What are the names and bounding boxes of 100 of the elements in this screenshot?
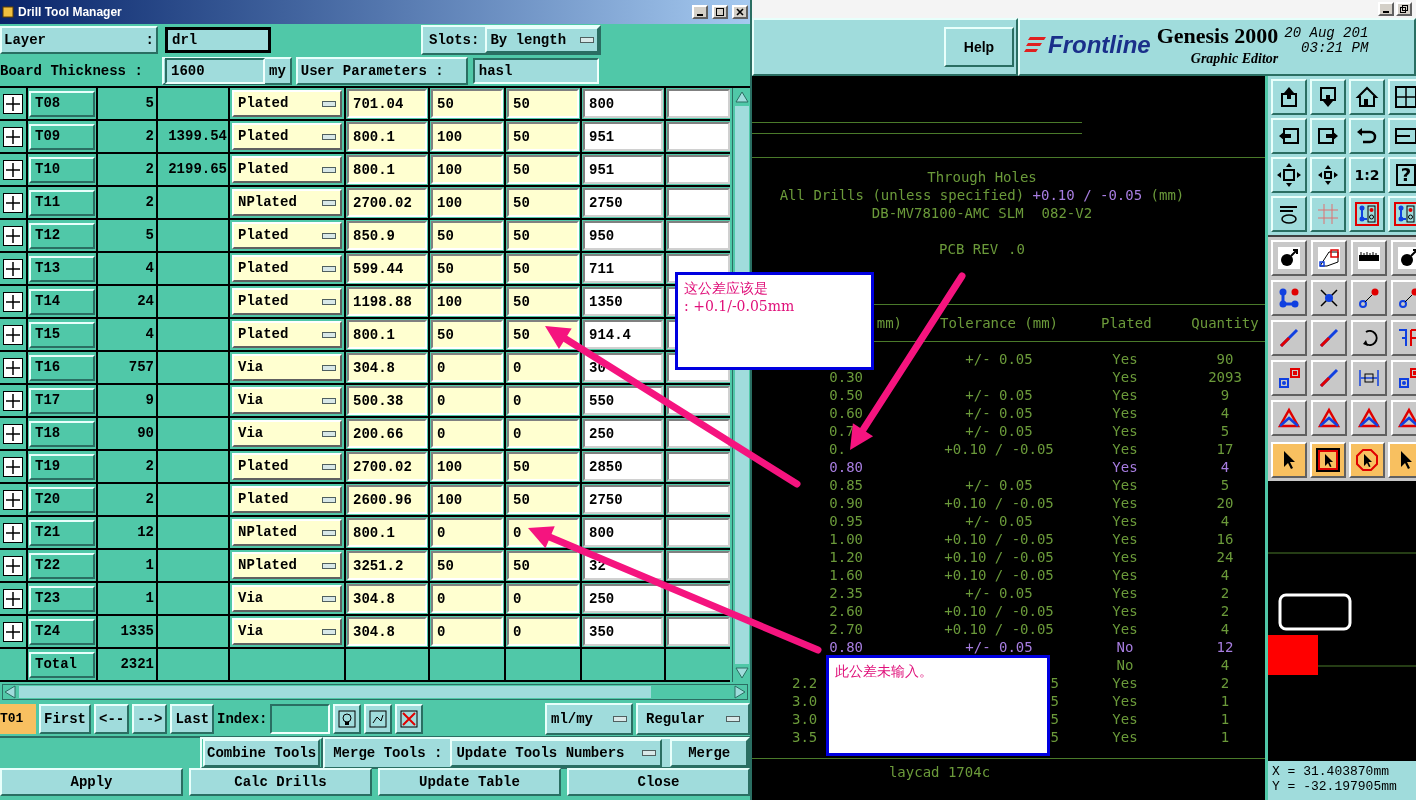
input-field[interactable]: 0: [431, 617, 503, 646]
input-field[interactable]: 50: [507, 287, 579, 316]
input-field[interactable]: 3251.2: [347, 551, 427, 580]
input-field[interactable]: 50: [507, 155, 579, 184]
input-field[interactable]: 100: [431, 452, 503, 481]
merge-option-dropdown[interactable]: Update Tools Numbers: [450, 739, 663, 767]
type-dropdown[interactable]: NPlated: [232, 519, 342, 546]
tool-button[interactable]: T11: [29, 189, 95, 216]
tool-button[interactable]: T08: [29, 90, 95, 117]
type-dropdown[interactable]: Plated: [232, 288, 342, 315]
input-field[interactable]: 50: [431, 221, 503, 250]
tool-button[interactable]: 1:2: [1349, 157, 1385, 193]
input-field[interactable]: 100: [431, 122, 503, 151]
input-field[interactable]: 100: [431, 155, 503, 184]
type-dropdown[interactable]: Via: [232, 618, 342, 645]
input-field[interactable]: 850.9: [347, 221, 427, 250]
input-field[interactable]: 304.8: [347, 353, 427, 382]
type-dropdown[interactable]: NPlated: [232, 552, 342, 579]
input-field[interactable]: 800.1: [347, 518, 427, 547]
input-field[interactable]: 0: [431, 386, 503, 415]
slots-dropdown[interactable]: By length: [485, 27, 600, 53]
total-button[interactable]: Total: [29, 651, 95, 678]
input-field[interactable]: 914.4: [583, 320, 663, 349]
action-button[interactable]: Calc Drills: [189, 768, 372, 796]
input-field[interactable]: 50: [431, 320, 503, 349]
input-field[interactable]: 50: [431, 254, 503, 283]
type-dropdown[interactable]: Via: [232, 420, 342, 447]
input-field[interactable]: 50: [431, 89, 503, 118]
input-field[interactable]: 200.66: [347, 419, 427, 448]
type-dropdown[interactable]: Via: [232, 585, 342, 612]
input-field[interactable]: 0: [431, 518, 503, 547]
input-field[interactable]: 2850: [583, 452, 663, 481]
input-field[interactable]: 950: [583, 221, 663, 250]
tool-button[interactable]: T21: [29, 519, 95, 546]
tool-button[interactable]: T24: [29, 618, 95, 645]
input-field[interactable]: 0: [507, 353, 579, 382]
input-field[interactable]: 951: [583, 155, 663, 184]
input-field[interactable]: 50: [507, 485, 579, 514]
nav-button[interactable]: Last: [170, 704, 215, 734]
type-dropdown[interactable]: Plated: [232, 321, 342, 348]
action-button[interactable]: Close: [567, 768, 750, 796]
type-dropdown[interactable]: Plated: [232, 90, 342, 117]
action-button[interactable]: Update Table: [378, 768, 561, 796]
input-field[interactable]: 50: [507, 551, 579, 580]
input-field[interactable]: 50: [507, 89, 579, 118]
layer-button[interactable]: Layer :: [0, 26, 158, 54]
input-field[interactable]: 0: [507, 386, 579, 415]
tool-button[interactable]: T17: [29, 387, 95, 414]
input-field[interactable]: 701.04: [347, 89, 427, 118]
type-dropdown[interactable]: Via: [232, 387, 342, 414]
tool-button[interactable]: T19: [29, 453, 95, 480]
input-field[interactable]: 2700.02: [347, 452, 427, 481]
input-field[interactable]: 0: [431, 584, 503, 613]
type-dropdown[interactable]: Plated: [232, 486, 342, 513]
input-field[interactable]: 0: [507, 584, 579, 613]
input-field[interactable]: 50: [431, 551, 503, 580]
input-field[interactable]: 2600.96: [347, 485, 427, 514]
input-field[interactable]: 2750: [583, 188, 663, 217]
input-field[interactable]: 800.1: [347, 122, 427, 151]
input-field[interactable]: 800.1: [347, 320, 427, 349]
input-field[interactable]: 1198.88: [347, 287, 427, 316]
input-field[interactable]: 50: [507, 452, 579, 481]
tool-button[interactable]: T16: [29, 354, 95, 381]
tool-button[interactable]: T20: [29, 486, 95, 513]
input-field[interactable]: 1350: [583, 287, 663, 316]
tool-button[interactable]: T09: [29, 123, 95, 150]
input-field[interactable]: 2700.02: [347, 188, 427, 217]
user-parameters-field[interactable]: hasl: [472, 58, 599, 84]
nav-button[interactable]: <--: [94, 704, 130, 734]
tool-button[interactable]: T13: [29, 255, 95, 282]
merge-button[interactable]: Merge: [670, 739, 748, 767]
input-field[interactable]: 550: [583, 386, 663, 415]
type-dropdown[interactable]: Plated: [232, 453, 342, 480]
input-field[interactable]: 100: [431, 188, 503, 217]
help-button[interactable]: Help: [944, 27, 1014, 67]
input-field[interactable]: 250: [583, 419, 663, 448]
tool-button[interactable]: T12: [29, 222, 95, 249]
tool-button[interactable]: T22: [29, 552, 95, 579]
nav-button[interactable]: -->: [132, 704, 168, 734]
input-field[interactable]: 50: [507, 221, 579, 250]
nav-button[interactable]: First: [39, 704, 91, 734]
tool-button[interactable]: T18: [29, 420, 95, 447]
tool-button[interactable]: ?: [1388, 157, 1416, 193]
input-field[interactable]: 2750: [583, 485, 663, 514]
input-field[interactable]: 0: [431, 353, 503, 382]
action-button[interactable]: Apply: [0, 768, 183, 796]
tool-button[interactable]: T14: [29, 288, 95, 315]
input-field[interactable]: 100: [431, 287, 503, 316]
input-field[interactable]: 599.44: [347, 254, 427, 283]
input-field[interactable]: 350: [583, 617, 663, 646]
input-field[interactable]: 304.8: [347, 617, 427, 646]
input-field[interactable]: 0: [431, 419, 503, 448]
user-parameters-button[interactable]: User Parameters :: [295, 57, 468, 85]
input-field[interactable]: 951: [583, 122, 663, 151]
type-dropdown[interactable]: NPlated: [232, 189, 342, 216]
input-field[interactable]: 50: [507, 122, 579, 151]
input-field[interactable]: 800: [583, 89, 663, 118]
input-field[interactable]: 0: [507, 419, 579, 448]
input-field[interactable]: 50: [507, 188, 579, 217]
layer-field[interactable]: drl: [165, 27, 271, 53]
